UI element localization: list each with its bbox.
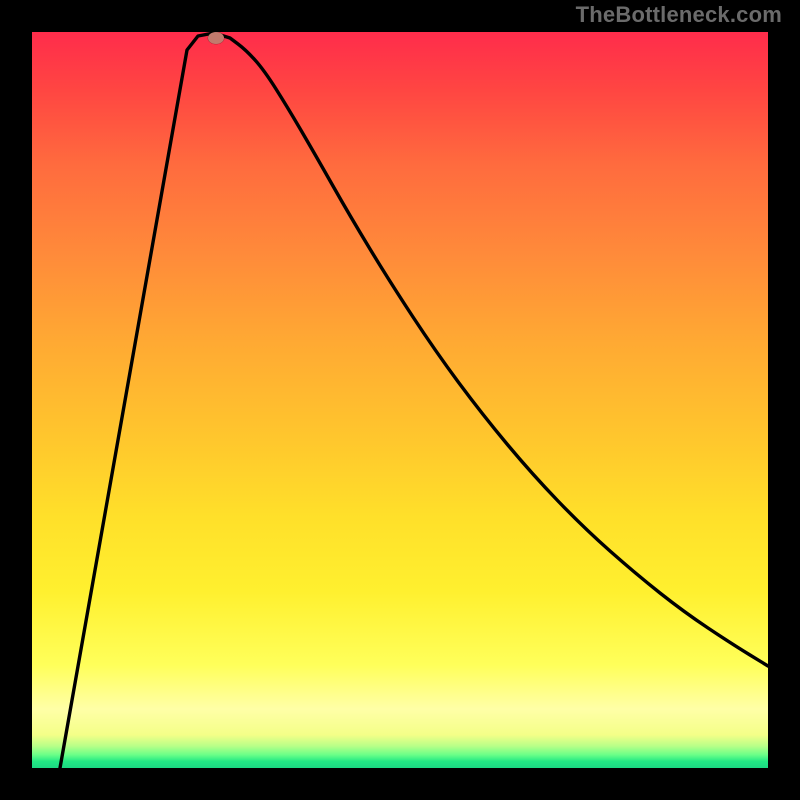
watermark-text: TheBottleneck.com bbox=[576, 2, 782, 28]
chart-frame: TheBottleneck.com bbox=[0, 0, 800, 800]
curve-svg bbox=[32, 32, 768, 768]
optimal-point-marker bbox=[208, 32, 224, 44]
plot-area bbox=[32, 32, 768, 768]
bottleneck-curve-path bbox=[60, 33, 768, 768]
